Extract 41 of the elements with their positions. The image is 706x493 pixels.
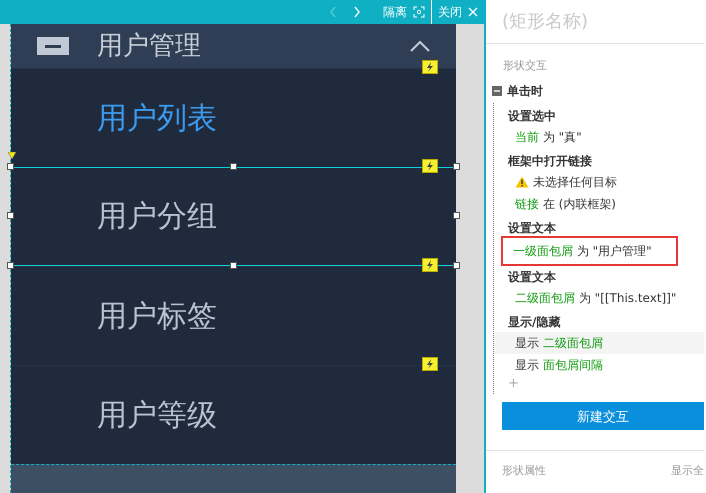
lightning-icon (422, 357, 438, 371)
minus-box-icon (37, 37, 69, 55)
action-title[interactable]: 设置文本 (494, 264, 704, 286)
action-detail[interactable]: 显示 二级面包屑 (515, 334, 603, 352)
lightning-icon (422, 60, 438, 74)
marker-icon (8, 152, 16, 159)
action-title[interactable]: 设置文本 (494, 214, 704, 238)
resize-handle[interactable] (230, 163, 237, 170)
action-detail[interactable]: 当前 为 "真" (515, 128, 582, 146)
menu-item[interactable]: 用户分组 (11, 167, 456, 266)
action-title[interactable]: 显示/隐藏 (494, 308, 704, 332)
resize-handle[interactable] (453, 212, 460, 219)
warning-text[interactable]: 未选择任何目标 (533, 172, 617, 190)
menu-item[interactable]: 用户标签 (11, 266, 456, 365)
resize-handle[interactable] (7, 163, 14, 170)
warning-icon (515, 176, 529, 188)
chevron-up-icon (410, 40, 430, 52)
action-title[interactable]: 框架中打开链接 (494, 148, 704, 170)
resize-handle[interactable] (7, 212, 14, 219)
close-icon (468, 7, 478, 17)
action-detail[interactable]: 一级面包屑 为 "用户管理" (513, 242, 652, 260)
next-icon[interactable] (353, 6, 361, 18)
resize-handle[interactable] (453, 262, 460, 269)
resize-handle[interactable] (453, 163, 460, 170)
resize-handle[interactable] (230, 262, 237, 269)
menu-item[interactable]: 用户列表 (11, 68, 456, 167)
action-title[interactable]: 设置选中 (494, 102, 704, 126)
lightning-icon (422, 159, 438, 173)
menu-item[interactable]: 用户等级 (11, 365, 456, 464)
action-detail[interactable]: 二级面包屑 为 "[[This.text]]" (515, 288, 676, 306)
isolate-icon (413, 6, 425, 18)
resize-handle[interactable] (7, 262, 14, 269)
action-detail[interactable]: 链接 在 (内联框架) (515, 194, 616, 212)
footer-label: 形状属性 (502, 462, 546, 478)
new-interaction-button[interactable]: 新建交互 (502, 402, 704, 430)
action-detail[interactable]: 显示 面包屑间隔 (515, 356, 603, 374)
event-label: 单击时 (507, 82, 543, 100)
header-title: 用户管理 (97, 30, 202, 62)
section-label: 形状交互 (502, 58, 548, 74)
collapse-icon[interactable] (492, 86, 502, 96)
lightning-icon (422, 258, 438, 272)
